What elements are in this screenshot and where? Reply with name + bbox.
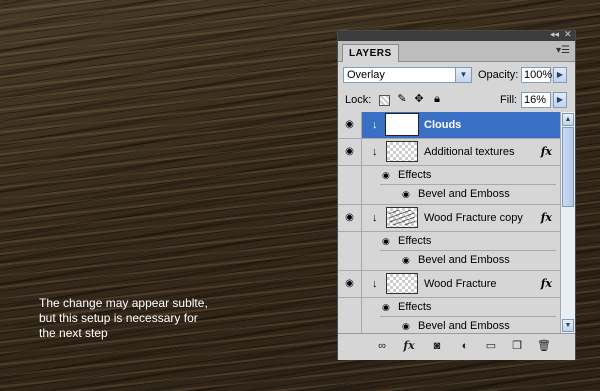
panel-tab-row: LAYERS ▾☰ (338, 41, 575, 62)
visibility-eye-icon[interactable]: ◉ (338, 271, 362, 297)
eye-column (338, 317, 362, 333)
layer-name[interactable]: Wood Fracture (424, 278, 497, 290)
layer-row-additional-textures[interactable]: ◉ ↓ Additional textures fx (338, 139, 560, 166)
scroll-down-icon[interactable]: ▼ (562, 319, 574, 332)
panel-bottom-toolbar: ∞ fx ◙ ◐ ▭ ❐ 🗑︎ (338, 333, 575, 360)
effect-eye-icon[interactable]: ◉ (382, 236, 390, 247)
layer-thumbnail (386, 141, 418, 162)
clipping-arrow-icon: ↓ (372, 212, 378, 224)
layer-name[interactable]: Wood Fracture copy (424, 212, 523, 224)
fill-label: Fill: (500, 94, 518, 106)
caption-line: but this setup is necessary for (39, 311, 198, 325)
lock-all-icon[interactable]: 🔒︎ (431, 93, 443, 105)
layer-thumbnail (386, 207, 418, 228)
eye-column (338, 185, 362, 204)
clipping-arrow-icon: ↓ (372, 146, 378, 158)
layer-name[interactable]: Additional textures (424, 146, 515, 158)
clipping-arrow-icon: ↓ (372, 278, 378, 290)
fill-slider-button[interactable]: ▶ (553, 92, 567, 108)
blend-opacity-row: Overlay ▼ Opacity: 100% ▶ (338, 62, 575, 88)
delete-layer-icon[interactable]: 🗑︎ (537, 339, 551, 353)
eye-column (338, 232, 362, 251)
lock-pixels-icon[interactable]: ✎ (396, 93, 408, 105)
panel-menu-icon[interactable]: ▾☰ (556, 45, 570, 56)
effect-name: Bevel and Emboss (418, 188, 510, 200)
close-icon[interactable]: ✕ (564, 29, 572, 40)
add-mask-icon[interactable]: ◙ (430, 339, 444, 353)
fx-icon[interactable]: fx (541, 211, 552, 224)
effect-eye-icon[interactable]: ◉ (382, 170, 390, 181)
lock-label: Lock: (345, 94, 372, 106)
effect-name: Bevel and Emboss (418, 254, 510, 266)
effect-row-bevel[interactable]: ◉ Bevel and Emboss (338, 185, 560, 205)
scrollbar-thumb[interactable] (562, 127, 574, 207)
layers-list: ◉ ↓ Clouds ◉ ↓ Additional textures fx ◉ … (338, 112, 560, 333)
layer-row-clouds[interactable]: ◉ ↓ Clouds (338, 112, 560, 139)
link-layers-icon[interactable]: ∞ (375, 339, 389, 353)
add-layer-style-icon[interactable]: fx (402, 339, 416, 353)
layer-row-wood-fracture[interactable]: ◉ ↓ Wood Fracture fx (338, 271, 560, 298)
blend-mode-select[interactable]: Overlay ▼ (343, 67, 472, 83)
effects-label: Effects (398, 301, 432, 313)
layer-thumbnail (386, 273, 418, 294)
visibility-eye-icon[interactable]: ◉ (338, 205, 362, 231)
opacity-label: Opacity: (478, 69, 519, 81)
eye-column (338, 251, 362, 270)
effects-row[interactable]: ◉ Effects (338, 166, 560, 185)
layers-scrollbar[interactable]: ▲ ▼ (560, 112, 575, 333)
effect-eye-icon[interactable]: ◉ (382, 302, 390, 313)
scroll-up-icon[interactable]: ▲ (562, 113, 574, 126)
adjustment-layer-icon[interactable]: ◐ (458, 339, 472, 353)
eye-column (338, 298, 362, 317)
opacity-slider-button[interactable]: ▶ (553, 67, 567, 83)
effects-row[interactable]: ◉ Effects (338, 298, 560, 317)
fx-icon[interactable]: fx (541, 277, 552, 290)
tab-layers[interactable]: LAYERS (342, 44, 399, 62)
effect-eye-icon[interactable]: ◉ (402, 321, 410, 332)
caption-line: The change may appear sublte, (39, 296, 208, 310)
effects-label: Effects (398, 235, 432, 247)
lock-transparency-icon[interactable] (379, 95, 390, 106)
effect-row-bevel[interactable]: ◉ Bevel and Emboss (338, 251, 560, 271)
panel-title-bar[interactable]: ◂◂ ✕ (338, 29, 575, 41)
chevron-down-icon[interactable]: ▼ (455, 68, 471, 82)
effects-label: Effects (398, 169, 432, 181)
fill-field[interactable]: 16% (521, 92, 551, 108)
collapse-icon[interactable]: ◂◂ (550, 29, 559, 40)
effect-name: Bevel and Emboss (418, 320, 510, 332)
effects-row[interactable]: ◉ Effects (338, 232, 560, 251)
visibility-eye-icon[interactable]: ◉ (338, 112, 362, 138)
new-layer-icon[interactable]: ❐ (510, 339, 524, 353)
layer-name[interactable]: Clouds (424, 119, 461, 131)
opacity-field[interactable]: 100% (521, 67, 552, 83)
clipping-arrow-icon: ↓ (372, 119, 378, 131)
eye-column (338, 166, 362, 185)
lock-position-icon[interactable]: ✥ (413, 93, 425, 105)
layers-panel: ◂◂ ✕ LAYERS ▾☰ Overlay ▼ Opacity: 100% ▶… (337, 29, 576, 360)
effect-eye-icon[interactable]: ◉ (402, 189, 410, 200)
layer-row-wood-fracture-copy[interactable]: ◉ ↓ Wood Fracture copy fx (338, 205, 560, 232)
visibility-eye-icon[interactable]: ◉ (338, 139, 362, 165)
caption-line: the next step (39, 326, 108, 340)
new-group-icon[interactable]: ▭ (484, 339, 498, 353)
fx-icon[interactable]: fx (541, 145, 552, 158)
layer-thumbnail (385, 113, 419, 136)
tutorial-caption: The change may appear sublte, but this s… (39, 296, 259, 341)
effect-row-bevel[interactable]: ◉ Bevel and Emboss (338, 317, 560, 333)
effect-eye-icon[interactable]: ◉ (402, 255, 410, 266)
lock-fill-row: Lock: ✎ ✥ 🔒︎ Fill: 16% ▶ (338, 88, 575, 113)
blend-mode-value: Overlay (347, 69, 385, 81)
